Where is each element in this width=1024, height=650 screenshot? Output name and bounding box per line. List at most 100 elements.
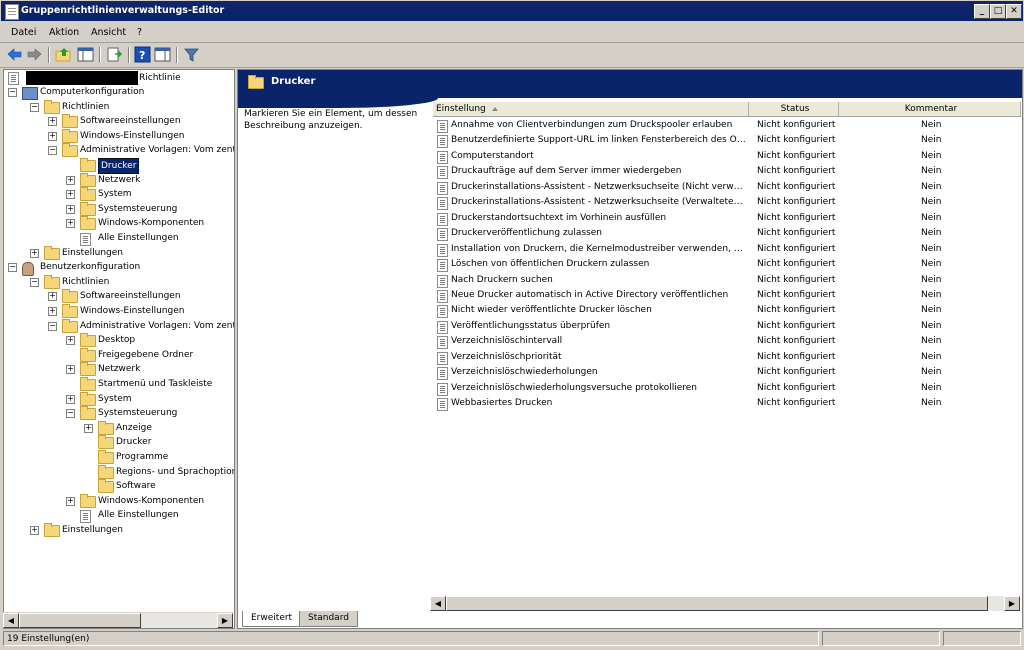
tree-item[interactable]: + System (4, 187, 234, 202)
tree-item[interactable]: + Anzeige (4, 420, 234, 435)
up-folder-icon[interactable] (55, 46, 72, 63)
scroll-left-icon[interactable]: ◀ (3, 613, 19, 628)
setting-row[interactable]: Annahme von Clientverbindungen zum Druck… (433, 118, 1008, 133)
tree-item[interactable]: Drucker (4, 435, 234, 450)
tree-item[interactable]: − Richtlinien (4, 274, 234, 289)
setting-row[interactable]: Verzeichnislöschintervall Nicht konfiguri… (433, 334, 1008, 350)
tree-item[interactable]: − Administrative Vorlagen: Vom zentra (4, 143, 234, 158)
collapse-icon[interactable]: − (30, 102, 39, 112)
expand-icon[interactable]: + (48, 292, 57, 302)
setting-row[interactable]: Nicht wieder veröffentlichte Drucker lös… (433, 303, 1008, 319)
tree-item[interactable]: + Softwareeinstellungen (4, 289, 234, 304)
expand-icon[interactable]: + (30, 526, 39, 535)
menu-help[interactable]: ? (137, 27, 142, 38)
tree-item[interactable]: − Benutzerkonfiguration (4, 260, 234, 277)
tree-item[interactable]: − Richtlinien (4, 99, 234, 114)
setting-row[interactable]: Druckerinstallations-Assistent - Netzwer… (433, 180, 1008, 195)
tab-erweitert[interactable]: Erweitert (242, 611, 302, 627)
filter-icon[interactable] (183, 46, 200, 63)
setting-row[interactable]: Verzeichnislöschpriorität Nicht konfiguri… (433, 350, 1008, 365)
column-header-status[interactable]: Status (749, 102, 839, 116)
tree-item[interactable]: Alle Einstellungen (4, 231, 234, 246)
tree-item[interactable]: Freigegebene Ordner (4, 347, 234, 362)
expand-icon[interactable]: + (48, 307, 57, 316)
tree-item[interactable]: + Systemsteuerung (4, 201, 234, 216)
setting-row[interactable]: Druckerveröffentlichung zulassen Nicht ko… (433, 226, 1008, 242)
setting-row[interactable]: Druckaufträge auf dem Server immer wiede… (433, 164, 1008, 180)
tree-item[interactable]: − Systemsteuerung (4, 406, 234, 421)
collapse-icon[interactable]: − (30, 277, 39, 287)
expand-icon[interactable]: + (66, 496, 75, 506)
setting-row[interactable]: Löschen von öffentlichen Druckern zulass… (433, 257, 1008, 273)
tree-item[interactable]: + Einstellungen (4, 245, 234, 260)
tree-item[interactable]: + Einstellungen (4, 523, 234, 537)
close-button[interactable]: ✕ (1006, 4, 1022, 19)
collapse-icon[interactable]: − (48, 146, 57, 156)
action-pane-icon[interactable] (154, 46, 171, 63)
title-bar[interactable]: Gruppenrichtlinienverwaltungs-Editor _ □… (1, 1, 1023, 21)
scroll-right-icon[interactable]: ▶ (217, 613, 233, 628)
collapse-icon[interactable]: − (66, 409, 75, 419)
expand-icon[interactable]: + (66, 190, 75, 200)
tree-item[interactable]: − Administrative Vorlagen: Vom zentr (4, 318, 234, 333)
tree-item[interactable]: Programme (4, 450, 234, 464)
scroll-thumb[interactable] (19, 613, 141, 628)
setting-row[interactable]: Druckerstandortsuchtext im Vorhinein aus… (433, 211, 1008, 226)
column-header-setting[interactable]: Einstellung (433, 102, 749, 116)
setting-row[interactable]: Nach Druckern suchen Nicht konfiguriert Ne… (433, 273, 1008, 288)
tab-standard[interactable]: Standard (299, 611, 358, 627)
setting-row[interactable]: Neue Drucker automatisch in Active Direc… (433, 288, 1008, 303)
expand-icon[interactable]: + (66, 336, 75, 346)
setting-row[interactable]: Benutzerdefinierte Support-URL im linken… (433, 133, 1008, 149)
expand-icon[interactable]: + (66, 175, 75, 185)
expand-icon[interactable]: + (84, 423, 93, 433)
expand-icon[interactable]: + (48, 131, 57, 141)
menu-ansicht[interactable]: Ansicht (91, 27, 126, 38)
back-arrow-icon[interactable] (6, 46, 23, 63)
expand-icon[interactable]: + (48, 117, 57, 127)
list-horizontal-scrollbar[interactable]: ◀ ▶ (430, 596, 1020, 611)
menu-datei[interactable]: Datei (11, 27, 36, 38)
tree-item[interactable]: Alle Einstellungen (4, 508, 234, 524)
tree-item[interactable]: − Computerkonfiguration (4, 85, 234, 100)
tree-item[interactable]: + Netzwerk (4, 362, 234, 377)
expand-icon[interactable]: + (66, 219, 75, 229)
tree-item[interactable]: Regions- und Sprachoptione (4, 464, 234, 479)
tree-item[interactable]: Software (4, 479, 234, 494)
tree-item[interactable]: Startmenü und Taskleiste (4, 377, 234, 391)
tree-item[interactable]: + Desktop (4, 333, 234, 348)
setting-row[interactable]: Computerstandort Nicht konfiguriert Nein (433, 149, 1008, 164)
expand-icon[interactable]: + (30, 248, 39, 258)
expand-icon[interactable]: + (66, 394, 75, 404)
setting-row[interactable]: Installation von Druckern, die Kernelmod… (433, 242, 1008, 257)
collapse-icon[interactable]: − (8, 263, 17, 273)
scroll-thumb[interactable] (446, 596, 988, 611)
scroll-right-icon[interactable]: ▶ (1004, 596, 1020, 611)
tree-item[interactable]: + System (4, 391, 234, 406)
collapse-icon[interactable]: − (48, 321, 57, 331)
scroll-left-icon[interactable]: ◀ (430, 596, 446, 611)
export-list-icon[interactable] (106, 46, 123, 63)
setting-row[interactable]: Veröffentlichungsstatus überprüfen Nicht … (433, 319, 1008, 334)
expand-icon[interactable]: + (66, 365, 75, 375)
setting-row[interactable]: Verzeichnislöschwiederholungsversuche pr… (433, 381, 1008, 396)
setting-row[interactable]: Webbasiertes Drucken Nicht konfiguriert Ne… (433, 396, 1008, 412)
help-icon[interactable]: ? (134, 46, 151, 63)
menu-aktion[interactable]: Aktion (49, 27, 79, 38)
tree-horizontal-scrollbar[interactable]: ◀ ▶ (3, 612, 233, 628)
tree-item[interactable]: + Softwareeinstellungen (4, 114, 234, 129)
tree-item[interactable]: + Windows-Komponenten (4, 216, 234, 231)
tree-item[interactable]: + Netzwerk (4, 172, 234, 187)
collapse-icon[interactable]: − (8, 88, 17, 97)
show-hide-tree-icon[interactable] (77, 46, 94, 63)
tree-item[interactable]: + Windows-Komponenten (4, 493, 234, 508)
tree-root[interactable]: Richtlinie (8, 71, 228, 85)
setting-row[interactable]: Verzeichnislöschwiederholungen Nicht konf… (433, 365, 1008, 381)
tree-item[interactable]: + Windows-Einstellungen (4, 304, 234, 318)
tree-pane[interactable]: Richtlinie − Computerkonfiguration − Richtl… (3, 69, 235, 629)
minimize-button[interactable]: _ (974, 4, 990, 19)
setting-row[interactable]: Druckerinstallations-Assistent - Netzwer… (433, 195, 1008, 211)
column-header-comment[interactable]: Kommentar (839, 102, 1021, 116)
tree-item[interactable]: + Windows-Einstellungen (4, 128, 234, 143)
expand-icon[interactable]: + (66, 204, 75, 214)
